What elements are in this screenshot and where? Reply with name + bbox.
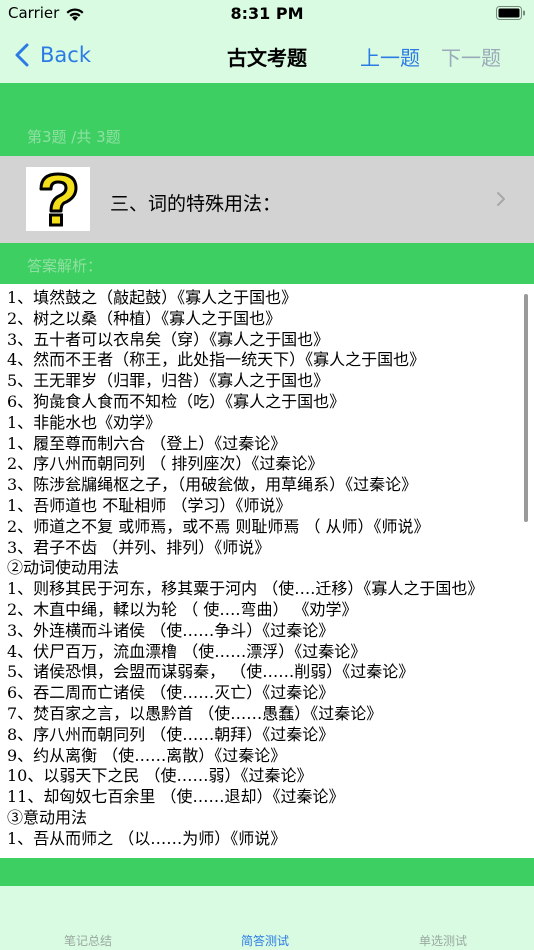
answer-text-area[interactable]: 1、填然鼓之（敲起鼓）《寡人之于国也》 2、树之以桑（种植）《寡人之于国也》 3、五… bbox=[0, 284, 534, 858]
answer-label: 答案解析： bbox=[27, 257, 103, 275]
answer-line: 6、狗彘食人食而不知检（吃）《寡人之于国也》 bbox=[7, 391, 346, 411]
question-mark-icon bbox=[26, 167, 90, 231]
tab-single-choice-test[interactable]: 单选测试 bbox=[419, 932, 467, 949]
question-progress: 第3题 /共 3题 bbox=[27, 128, 121, 146]
navigation-bar: Back 古文考题 上一题 下一题 bbox=[0, 30, 534, 82]
answer-line: 2、师道之不复 或师焉，或不焉 则耻师焉 （ 从师）《师说》 bbox=[7, 516, 430, 536]
answer-line: 2、木直中绳，輮以为轮 （ 使….弯曲） 《劝学》 bbox=[7, 599, 358, 619]
answer-line: 5、王无罪岁（归罪，归咎）《寡人之于国也》 bbox=[7, 371, 330, 391]
tab-notes-summary[interactable]: 笔记总结 bbox=[64, 932, 112, 949]
answer-line: 3、外连横而斗诸侯 （使……争斗）《过秦论》 bbox=[7, 620, 335, 640]
answer-line: 5、诸侯恐惧，会盟而谋弱秦， （使……削弱）《过秦论》 bbox=[7, 662, 415, 682]
answer-line: 3、陈涉瓮牖绳枢之子，（用破瓮做，用草绳系）《过秦论》 bbox=[7, 475, 418, 495]
answer-line: 4、伏尸百万，流血漂橹 （使……漂浮）《过秦论》 bbox=[7, 641, 367, 661]
answer-line: 2、序八州而朝同列 （ 排列座次）《过秦论》 bbox=[7, 454, 324, 474]
answer-line: 1、则移其民于河东，移其粟于河内 （使….迁移）《寡人之于国也》 bbox=[7, 579, 484, 599]
answer-line: 1、非能水也《劝学》 bbox=[7, 412, 162, 432]
footer-band bbox=[0, 858, 534, 886]
previous-question-button[interactable]: 上一题 bbox=[360, 42, 420, 71]
battery-icon bbox=[496, 6, 525, 20]
answer-line: 8、序八州而朝同列 （使……朝拜）《过秦论》 bbox=[7, 724, 335, 744]
answer-line: 11、却匈奴七百余里 （使……退却）《过秦论》 bbox=[7, 787, 345, 807]
answer-line: 1、履至尊而制六合 （登上）《过秦论》 bbox=[7, 433, 287, 453]
tab-bar: 笔记总结 简答测试 单选测试 bbox=[0, 886, 534, 950]
answer-line: 1、填然鼓之（敲起鼓）《寡人之于国也》 bbox=[7, 288, 298, 307]
header-band bbox=[0, 83, 534, 117]
answer-line: 3、五十者可以衣帛矣（穿）《寡人之于国也》 bbox=[7, 329, 330, 349]
progress-row: 第3题 /共 3题 bbox=[0, 117, 534, 156]
answer-line: 9、约从离衡 （使……离散）《过秦论》 bbox=[7, 745, 287, 765]
answer-line: ②动词使动用法 bbox=[7, 558, 120, 578]
answer-line: 1、吾从而师之 （以……为师）《师说》 bbox=[7, 828, 287, 848]
next-question-button[interactable]: 下一题 bbox=[441, 42, 501, 71]
answer-line: ③意动用法 bbox=[7, 807, 88, 827]
question-text: 三、词的特殊用法： bbox=[110, 193, 282, 215]
status-bar: Carrier 8:31 PM bbox=[0, 0, 534, 30]
answer-line: 4、然而不王者（称王，此处指一统天下）《寡人之于国也》 bbox=[7, 350, 426, 370]
question-row[interactable]: 三、词的特殊用法： bbox=[0, 156, 534, 243]
scrollbar[interactable] bbox=[524, 294, 528, 522]
answer-line: 1、吾师道也 不耻相师 （学习）《师说》 bbox=[7, 495, 292, 515]
answer-line: 10、以弱天下之民 （使……弱）《过秦论》 bbox=[7, 766, 313, 786]
answer-line: 7、焚百家之言，以愚黔首 （使……愚蠢）《过秦论》 bbox=[7, 703, 383, 723]
answer-line: 6、吞二周而亡诸侯 （使……灭亡）《过秦论》 bbox=[7, 683, 335, 703]
answer-line: 2、树之以桑（种植）《寡人之于国也》 bbox=[7, 308, 282, 328]
answer-text: 1、填然鼓之（敲起鼓）《寡人之于国也》 2、树之以桑（种植）《寡人之于国也》 3、五… bbox=[7, 288, 519, 850]
tab-short-answer-test[interactable]: 简答测试 bbox=[241, 932, 289, 949]
answer-line: 3、君子不齿 （并列、排列）《师说》 bbox=[7, 537, 271, 557]
chevron-right-icon bbox=[497, 192, 505, 206]
status-time: 8:31 PM bbox=[230, 4, 304, 23]
answer-header: 答案解析： bbox=[0, 243, 534, 284]
